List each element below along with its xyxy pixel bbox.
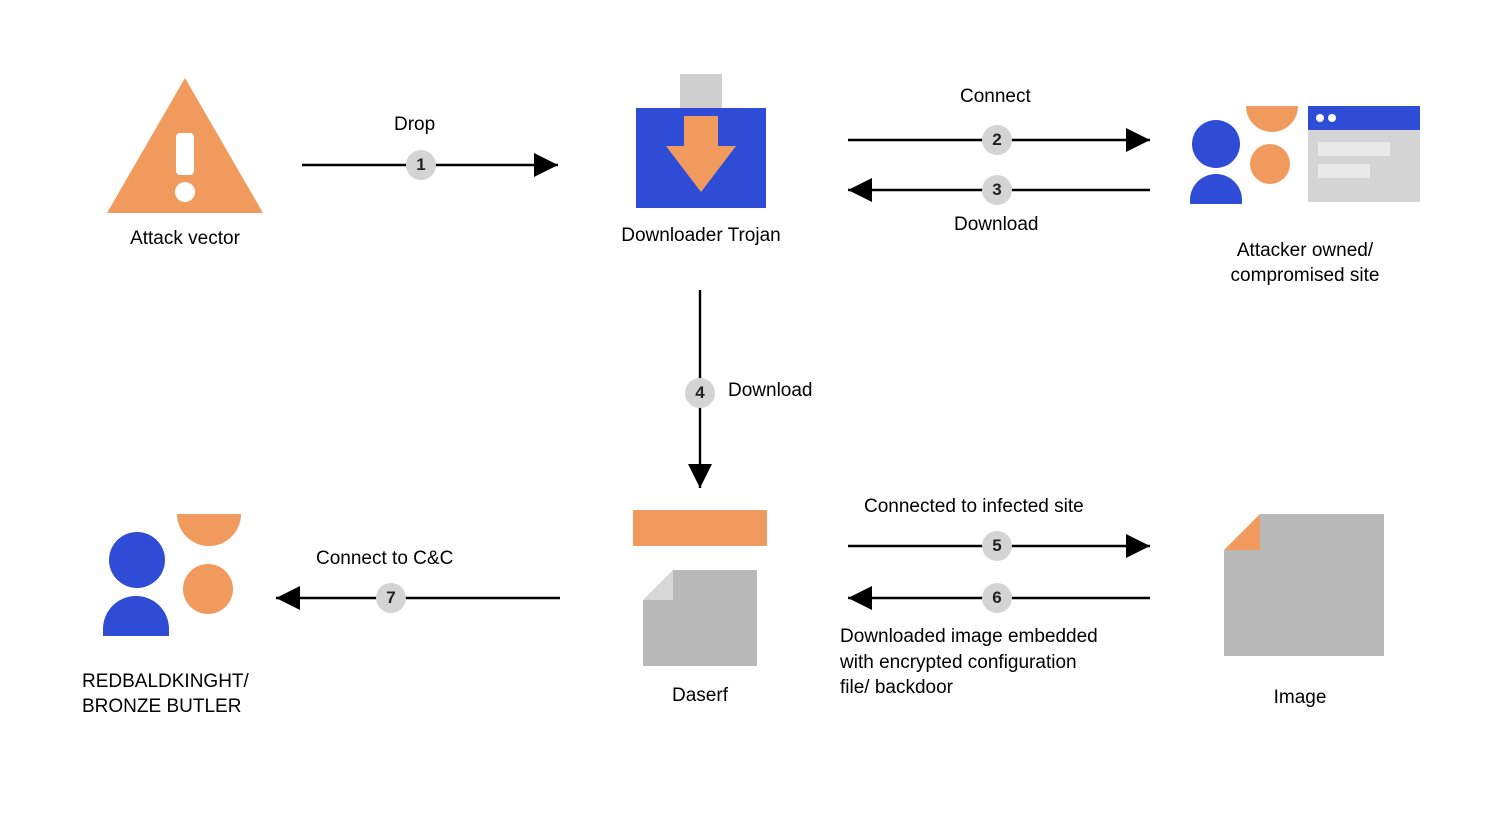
edge-label-5: Connected to infected site [864, 496, 1084, 518]
step-badge-2: 2 [982, 125, 1012, 155]
step-badge-4: 4 [685, 378, 715, 408]
edge-label-1: Drop [394, 114, 435, 136]
step-badge-7: 7 [376, 583, 406, 613]
arrows-layer [0, 0, 1500, 819]
step-badge-1: 1 [406, 150, 436, 180]
step-badge-5: 5 [982, 531, 1012, 561]
edge-label-7: Connect to C&C [316, 548, 453, 570]
step-badge-6: 6 [982, 583, 1012, 613]
edge-label-3: Download [954, 214, 1039, 236]
edge-label-4: Download [728, 380, 813, 402]
step-badge-3: 3 [982, 175, 1012, 205]
edge-label-6: Downloaded image embedded with encrypted… [840, 624, 1098, 701]
edge-label-2: Connect [960, 86, 1031, 108]
